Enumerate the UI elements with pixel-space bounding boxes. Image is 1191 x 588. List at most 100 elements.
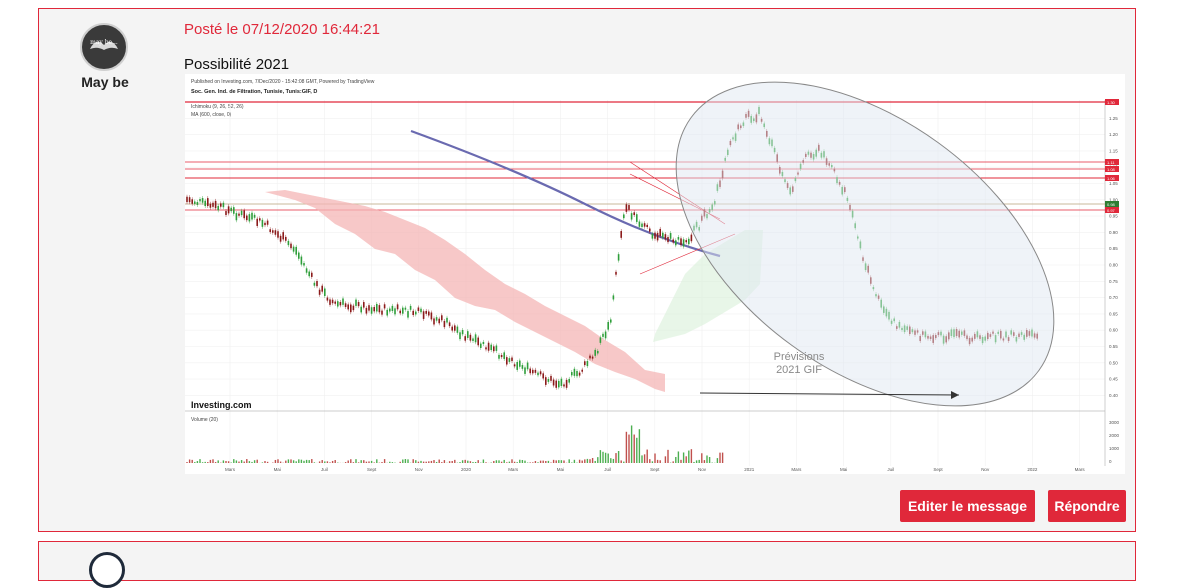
candle-body bbox=[298, 253, 300, 259]
volume-bar bbox=[225, 461, 226, 463]
volume-bar bbox=[441, 462, 442, 463]
time-tick: Mars bbox=[791, 467, 802, 472]
reply-button[interactable]: Répondre bbox=[1048, 490, 1126, 522]
volume-bar bbox=[400, 462, 401, 463]
price-tag: 1.06 bbox=[1105, 175, 1119, 181]
candle-body bbox=[405, 308, 407, 310]
candle-body bbox=[433, 318, 435, 324]
volume-bar bbox=[639, 429, 640, 463]
volume-bar bbox=[631, 425, 632, 463]
volume-bar bbox=[407, 459, 408, 463]
volume-bar bbox=[530, 462, 531, 463]
volume-bar bbox=[329, 462, 330, 463]
post-date: Posté le 07/12/2020 16:44:21 bbox=[184, 21, 380, 38]
volume-bar bbox=[644, 454, 645, 463]
volume-bar bbox=[251, 462, 252, 463]
volume-bar bbox=[444, 460, 445, 463]
volume-bar bbox=[202, 462, 203, 463]
volume-bar bbox=[634, 435, 635, 463]
avatar[interactable]: may be... bbox=[80, 23, 128, 71]
volume-bar bbox=[296, 461, 297, 463]
time-tick: Sept bbox=[650, 467, 660, 472]
author-name[interactable]: May be bbox=[64, 74, 146, 90]
candle-body bbox=[683, 239, 685, 246]
candle-body bbox=[636, 214, 638, 222]
candle-body bbox=[394, 308, 396, 314]
forecast-label-2: 2021 GIF bbox=[776, 364, 822, 376]
candle-body bbox=[659, 229, 661, 236]
candle-body bbox=[288, 241, 290, 245]
candle-body bbox=[615, 272, 617, 275]
candle-body bbox=[610, 319, 612, 322]
candle-body bbox=[425, 311, 427, 314]
candle-body bbox=[444, 321, 446, 327]
volume-bar bbox=[613, 459, 614, 463]
volume-bar bbox=[610, 458, 611, 463]
candle-body bbox=[392, 306, 394, 311]
volume-bar bbox=[696, 460, 697, 463]
candle-body bbox=[384, 304, 386, 308]
time-tick: Juil bbox=[604, 467, 611, 472]
volume-bar bbox=[584, 459, 585, 463]
candle-body bbox=[654, 233, 656, 239]
volume-bar bbox=[699, 460, 700, 463]
volume-bar bbox=[623, 462, 624, 463]
time-tick: Mai bbox=[557, 467, 564, 472]
candle-body bbox=[355, 300, 357, 306]
volume-bar bbox=[199, 459, 200, 463]
candle-body bbox=[485, 347, 487, 349]
candle-body bbox=[480, 344, 482, 348]
candle-body bbox=[363, 302, 365, 308]
candle-body bbox=[308, 272, 310, 277]
candle-body bbox=[314, 283, 316, 286]
candle-body bbox=[342, 298, 344, 304]
volume-bar bbox=[501, 462, 502, 463]
candle-body bbox=[592, 357, 594, 359]
candle-body bbox=[594, 350, 596, 356]
volume-bar bbox=[683, 452, 684, 463]
candle-body bbox=[197, 202, 199, 205]
candle-body bbox=[311, 273, 313, 277]
avatar[interactable] bbox=[89, 552, 125, 588]
candle-body bbox=[535, 370, 537, 373]
candle-body bbox=[428, 312, 430, 316]
candle-body bbox=[670, 233, 672, 239]
volume-bar bbox=[353, 462, 354, 463]
volume-bar bbox=[236, 460, 237, 463]
candle-body bbox=[519, 361, 521, 367]
volume-bar bbox=[267, 462, 268, 463]
price-tick: 1.25 bbox=[1109, 116, 1118, 121]
candle-body bbox=[623, 214, 625, 218]
candle-body bbox=[334, 302, 336, 304]
candle-body bbox=[633, 212, 635, 215]
volume-tick: 2000 bbox=[1109, 433, 1120, 438]
volume-bar bbox=[436, 462, 437, 463]
candle-body bbox=[568, 379, 570, 383]
volume-bar bbox=[428, 461, 429, 463]
candle-body bbox=[652, 234, 654, 239]
candle-body bbox=[254, 215, 256, 218]
candle-body bbox=[470, 335, 472, 341]
candle-body bbox=[631, 213, 633, 219]
volume-bar bbox=[358, 462, 359, 463]
volume-bar bbox=[522, 460, 523, 463]
price-tick: 0.40 bbox=[1109, 393, 1118, 398]
candle-body bbox=[620, 231, 622, 238]
volume-bar bbox=[717, 458, 718, 463]
candle-body bbox=[337, 301, 339, 306]
volume-bar bbox=[350, 459, 351, 463]
candle-body bbox=[418, 308, 420, 311]
candle-body bbox=[490, 345, 492, 350]
candle-body bbox=[587, 361, 589, 366]
volume-bar bbox=[290, 459, 291, 463]
volume-bar bbox=[392, 462, 393, 463]
candle-body bbox=[275, 230, 277, 234]
time-tick: Mai bbox=[274, 467, 281, 472]
volume-bar bbox=[524, 461, 525, 463]
volume-bar bbox=[210, 460, 211, 463]
volume-bar bbox=[647, 450, 648, 463]
volume-bar bbox=[322, 460, 323, 463]
edit-message-button[interactable]: Editer le message bbox=[900, 490, 1035, 522]
candle-body bbox=[368, 305, 370, 310]
volume-bar bbox=[701, 453, 702, 463]
